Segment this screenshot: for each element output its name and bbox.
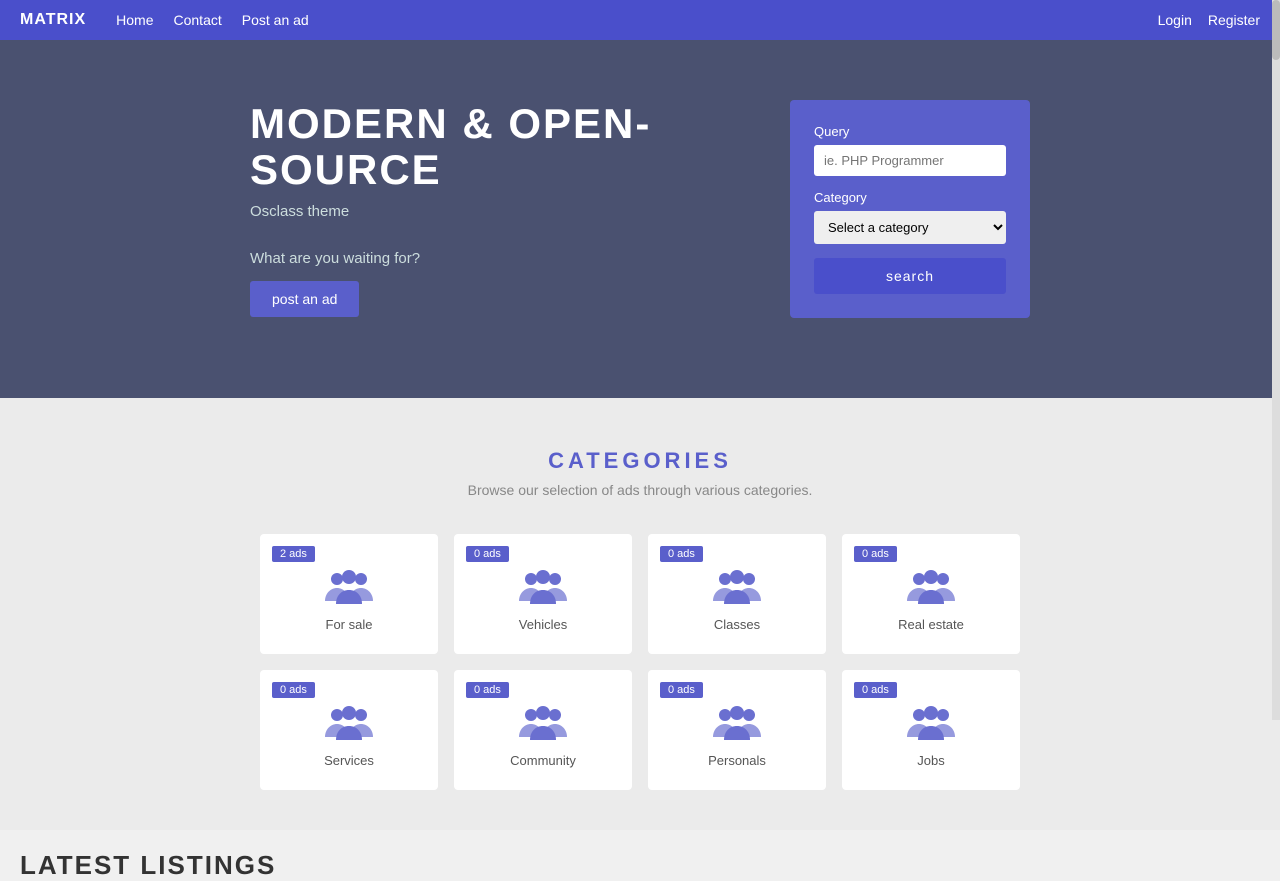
category-name: Community [510,753,576,768]
brand-logo: MATRIX [20,11,86,29]
nav-links: Home Contact Post an ad [116,12,309,28]
category-card[interactable]: 2 ads For sale [260,534,438,654]
category-label: Category [814,190,1006,205]
category-card[interactable]: 0 ads Jobs [842,670,1020,790]
search-button[interactable]: search [814,258,1006,294]
category-card[interactable]: 0 ads Services [260,670,438,790]
category-icon [905,703,957,743]
category-icon [905,567,957,607]
ads-badge: 0 ads [272,682,315,698]
ads-badge: 0 ads [466,682,509,698]
hero-left: MODERN & OPEN-SOURCE Osclass theme What … [250,101,710,317]
register-link[interactable]: Register [1208,12,1260,28]
search-input[interactable] [814,145,1006,176]
category-card[interactable]: 0 ads Personals [648,670,826,790]
category-name: Jobs [917,753,944,768]
hero-question: What are you waiting for? [250,250,710,267]
category-name: Services [324,753,374,768]
category-name: For sale [326,617,373,632]
post-ad-button[interactable]: post an ad [250,281,359,317]
hero-section: MODERN & OPEN-SOURCE Osclass theme What … [0,40,1280,398]
category-icon [323,567,375,607]
ads-badge: 0 ads [466,546,509,562]
categories-grid: 2 ads For sale0 ads Vehicles0 ads Classe… [260,534,1020,790]
scrollbar-thumb[interactable] [1272,0,1280,60]
category-icon [323,703,375,743]
nav-post-ad[interactable]: Post an ad [242,12,309,28]
hero-title: MODERN & OPEN-SOURCE [250,101,710,193]
category-name: Vehicles [519,617,567,632]
query-label: Query [814,124,1006,139]
category-select[interactable]: Select a categoryFor saleVehiclesClasses… [814,211,1006,244]
search-box: Query Category Select a categoryFor sale… [790,100,1030,318]
scrollbar[interactable] [1272,0,1280,720]
ads-badge: 0 ads [660,682,703,698]
category-name: Real estate [898,617,964,632]
category-icon [517,567,569,607]
latest-section: LATEST LISTINGS [0,830,1280,881]
category-card[interactable]: 0 ads Vehicles [454,534,632,654]
category-icon [711,703,763,743]
login-link[interactable]: Login [1158,12,1192,28]
categories-subtitle: Browse our selection of ads through vari… [20,482,1260,498]
ads-badge: 0 ads [660,546,703,562]
nav-home[interactable]: Home [116,12,153,28]
ads-badge: 0 ads [854,682,897,698]
hero-subtitle: Osclass theme [250,203,710,220]
category-name: Classes [714,617,760,632]
category-name: Personals [708,753,766,768]
category-icon [517,703,569,743]
categories-section: CATEGORIES Browse our selection of ads t… [0,398,1280,830]
category-icon [711,567,763,607]
category-card[interactable]: 0 ads Classes [648,534,826,654]
category-card[interactable]: 0 ads Community [454,670,632,790]
category-card[interactable]: 0 ads Real estate [842,534,1020,654]
categories-title: CATEGORIES [20,448,1260,474]
ads-badge: 0 ads [854,546,897,562]
nav-auth: Login Register [1158,12,1260,28]
latest-title: LATEST LISTINGS [20,850,1260,881]
ads-badge: 2 ads [272,546,315,562]
navbar: MATRIX Home Contact Post an ad Login Reg… [0,0,1280,40]
nav-contact[interactable]: Contact [174,12,222,28]
